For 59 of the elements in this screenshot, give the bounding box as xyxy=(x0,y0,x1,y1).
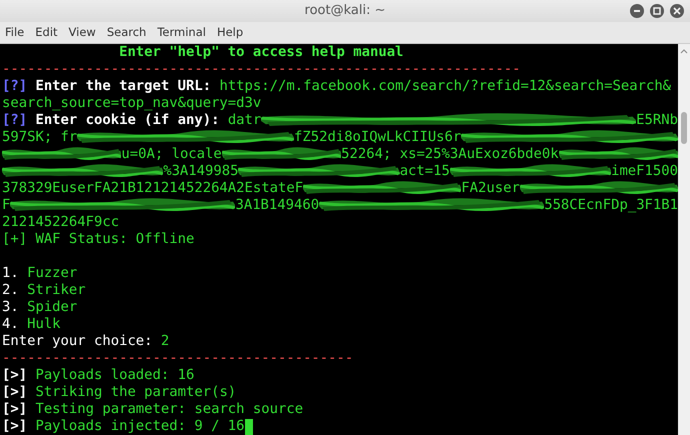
terminal-text: E5RNb xyxy=(636,112,678,129)
terminal-text: act=15 xyxy=(400,163,450,180)
minimize-icon xyxy=(633,7,641,15)
terminal-text: [?] xyxy=(2,112,28,129)
terminal-text: u=0A; locale xyxy=(121,146,222,163)
terminal-text: 558CEcnFDp_3F1B1 xyxy=(544,197,678,214)
terminal-text: FA2user xyxy=(461,180,520,197)
maximize-icon xyxy=(653,7,661,15)
terminal-text: 4. xyxy=(2,316,20,333)
close-button[interactable] xyxy=(670,4,684,18)
terminal-text: 3. xyxy=(2,299,20,316)
terminal-text: [>] xyxy=(2,367,28,384)
terminal-text: Fuzzer xyxy=(27,265,78,282)
terminal-text: fZ52di8oIQwLkCIIUs6r xyxy=(294,129,462,146)
terminal-text: 1. xyxy=(2,265,20,282)
menu-item[interactable]: File xyxy=(5,25,24,40)
minimize-button[interactable] xyxy=(630,4,644,18)
terminal-text: 3A1B149460 xyxy=(235,197,320,214)
terminal-text: Payloads injected: 9 / 16 xyxy=(34,418,245,435)
terminal-text: 52264; xs=25%3AuExoz6bde0k xyxy=(341,146,559,163)
terminal-text: Testing parameter: search source xyxy=(34,401,304,418)
terminal-text: %3A149985 xyxy=(163,163,238,180)
terminal-text: [?] xyxy=(2,78,28,95)
terminal-text: 597SK; fr xyxy=(2,129,78,146)
terminal-text: Striking the paramter(s) xyxy=(34,384,236,401)
menu-item[interactable]: Edit xyxy=(35,25,58,40)
terminal-text: search_source=top_nav&query=d3v xyxy=(2,95,262,112)
terminal-text: [+] WAF Status: Offline xyxy=(2,231,194,248)
menu-item[interactable]: Search xyxy=(106,25,146,40)
scrollbar[interactable] xyxy=(678,44,690,435)
terminal-text: Payloads loaded: 16 xyxy=(34,367,194,384)
terminal-text: 2121452264F9cc xyxy=(2,214,120,231)
terminal-text: Striker xyxy=(27,282,86,299)
terminal-text: datr xyxy=(228,112,262,129)
menu-item[interactable]: Terminal xyxy=(157,25,206,40)
terminal-text: Hulk xyxy=(27,316,61,333)
terminal-text: Enter the target URL: xyxy=(34,78,212,95)
scrollbar-thumb[interactable] xyxy=(681,112,687,144)
terminal-text: ------------------------------------------ xyxy=(2,350,354,367)
terminal-text: [>] xyxy=(2,401,28,418)
terminal-text: Enter cookie (if any): xyxy=(34,112,220,129)
terminal-text: [>] xyxy=(2,418,28,435)
terminal-text: imeF1500 xyxy=(611,163,678,180)
terminal-text: -------------------------------------------------------------- xyxy=(2,61,520,78)
terminal-text: Enter your choice: xyxy=(2,333,154,350)
terminal-text: 2. xyxy=(2,282,20,299)
terminal-text: [>] xyxy=(2,384,28,401)
terminal-text: F xyxy=(2,197,10,214)
maximize-button[interactable] xyxy=(650,4,664,18)
scroll-up-icon[interactable] xyxy=(680,48,688,54)
terminal-text: 378329EuserFA21B12121452264A2EstateF xyxy=(2,180,304,197)
window-title: root@kali: ~ xyxy=(304,3,386,18)
close-icon xyxy=(673,7,681,15)
terminal-text: Enter "help" to access help manual xyxy=(118,44,404,61)
menu-item[interactable]: Help xyxy=(216,25,244,40)
terminal-text: Spider xyxy=(27,299,78,316)
terminal-text: https://m.facebook.com/search/?refid=12&search=Search& xyxy=(219,78,672,95)
menu-item[interactable]: View xyxy=(68,25,96,40)
terminal-text: 2 xyxy=(160,333,170,350)
